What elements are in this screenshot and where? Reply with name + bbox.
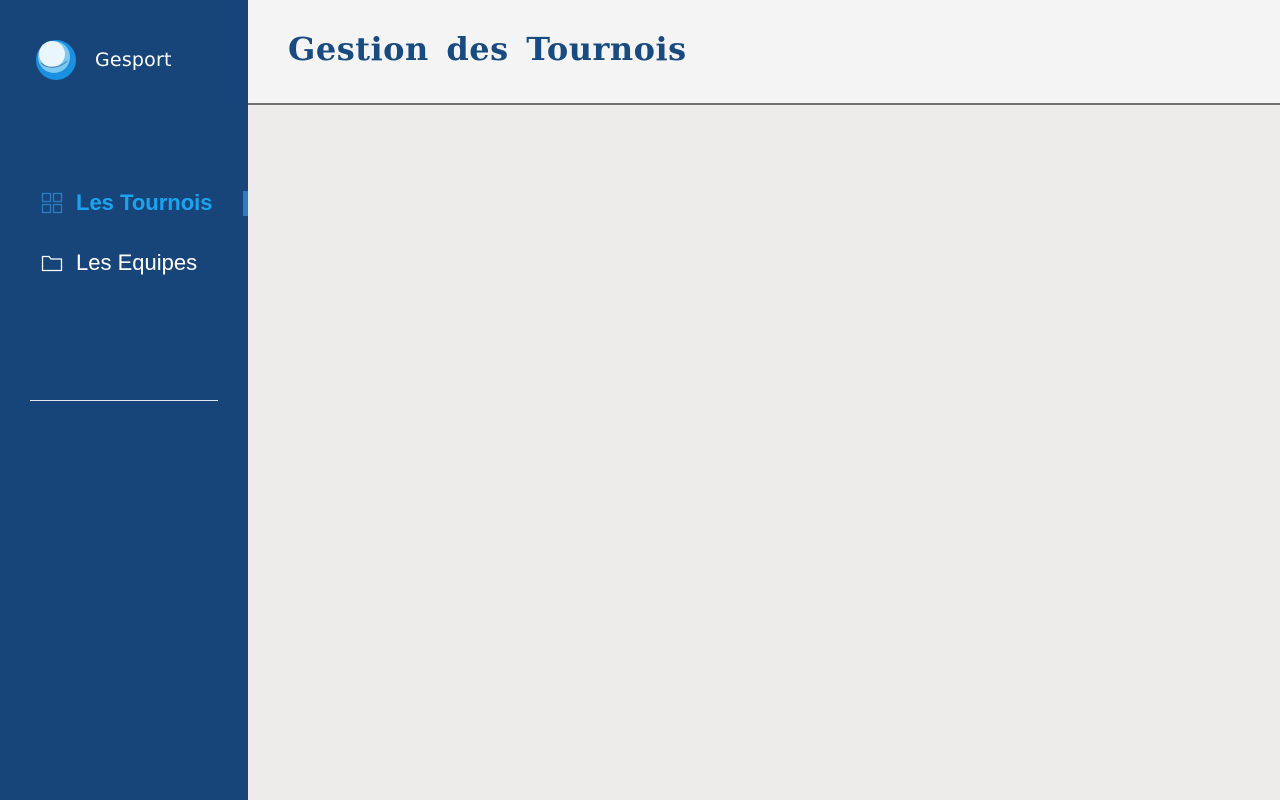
app-window: Gesport Les Tournois Les Equipes Gestion… [0,0,1280,800]
app-name: Gesport [95,49,172,71]
page-title: Gestion des Tournois [288,30,687,68]
sidebar-divider [30,400,218,401]
folder-icon [40,251,64,275]
sidebar-item-tournois[interactable]: Les Tournois [40,188,248,218]
page-header: Gestion des Tournois [248,0,1280,105]
sidebar: Gesport Les Tournois Les Equipes [0,0,248,800]
sidebar-item-equipes[interactable]: Les Equipes [40,248,248,278]
logo-icon [36,40,76,80]
main-content [248,105,1280,800]
brand[interactable]: Gesport [35,39,172,81]
sidebar-item-label: Les Equipes [76,250,198,275]
grid-icon [40,191,64,215]
sidebar-item-label: Les Tournois [76,190,213,215]
